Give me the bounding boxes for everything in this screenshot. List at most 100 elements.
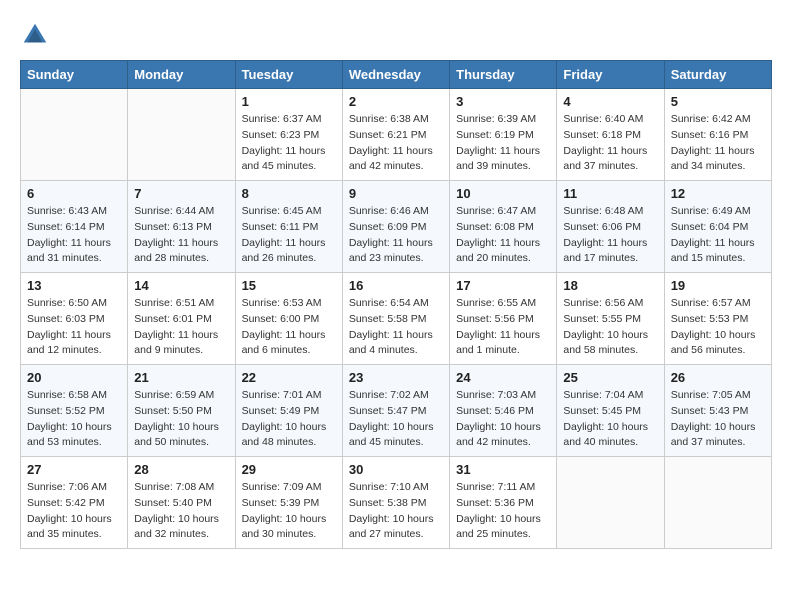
day-number: 12	[671, 186, 765, 201]
day-number: 31	[456, 462, 550, 477]
calendar-cell: 14 Sunrise: 6:51 AM Sunset: 6:01 PM Dayli…	[128, 273, 235, 365]
day-info: Sunrise: 7:06 AM Sunset: 5:42 PM Dayligh…	[27, 480, 121, 543]
calendar-week-1: 1 Sunrise: 6:37 AM Sunset: 6:23 PM Daylig…	[21, 89, 772, 181]
calendar-cell: 22Sunrise: 7:01 AM Sunset: 5:49 PM Dayli…	[235, 365, 342, 457]
day-info: Sunrise: 6:56 AM Sunset: 5:55 PM Dayligh…	[563, 296, 657, 359]
day-info: Sunrise: 7:10 AM Sunset: 5:38 PM Dayligh…	[349, 480, 443, 543]
day-info: Sunrise: 7:01 AM Sunset: 5:49 PM Dayligh…	[242, 388, 336, 451]
calendar-cell: 10 Sunrise: 6:47 AM Sunset: 6:08 PM Dayli…	[450, 181, 557, 273]
day-number: 5	[671, 94, 765, 109]
day-info: Sunrise: 6:50 AM Sunset: 6:03 PM Dayligh…	[27, 296, 121, 359]
day-number: 11	[563, 186, 657, 201]
day-info: Sunrise: 6:39 AM Sunset: 6:19 PM Dayligh…	[456, 112, 550, 175]
calendar-cell: 21 Sunrise: 6:59 AM Sunset: 5:50 PM Dayli…	[128, 365, 235, 457]
day-info: Sunrise: 6:53 AM Sunset: 6:00 PM Dayligh…	[242, 296, 336, 359]
calendar-cell: 17Sunrise: 6:55 AM Sunset: 5:56 PM Dayli…	[450, 273, 557, 365]
day-number: 9	[349, 186, 443, 201]
day-number: 1	[242, 94, 336, 109]
day-info: Sunrise: 6:43 AM Sunset: 6:14 PM Dayligh…	[27, 204, 121, 267]
weekday-header-wednesday: Wednesday	[342, 61, 449, 89]
day-info: Sunrise: 6:59 AM Sunset: 5:50 PM Dayligh…	[134, 388, 228, 451]
day-info: Sunrise: 6:51 AM Sunset: 6:01 PM Dayligh…	[134, 296, 228, 359]
day-number: 14	[134, 278, 228, 293]
calendar-cell	[664, 457, 771, 549]
day-info: Sunrise: 6:37 AM Sunset: 6:23 PM Dayligh…	[242, 112, 336, 175]
weekday-header-monday: Monday	[128, 61, 235, 89]
calendar-cell: 23 Sunrise: 7:02 AM Sunset: 5:47 PM Dayli…	[342, 365, 449, 457]
day-number: 29	[242, 462, 336, 477]
day-info: Sunrise: 6:49 AM Sunset: 6:04 PM Dayligh…	[671, 204, 765, 267]
logo-icon	[20, 20, 50, 50]
day-number: 8	[242, 186, 336, 201]
day-info: Sunrise: 6:54 AM Sunset: 5:58 PM Dayligh…	[349, 296, 443, 359]
day-info: Sunrise: 7:05 AM Sunset: 5:43 PM Dayligh…	[671, 388, 765, 451]
calendar-cell: 5 Sunrise: 6:42 AM Sunset: 6:16 PM Daylig…	[664, 89, 771, 181]
calendar-cell: 26 Sunrise: 7:05 AM Sunset: 5:43 PM Dayli…	[664, 365, 771, 457]
calendar-cell: 31 Sunrise: 7:11 AM Sunset: 5:36 PM Dayli…	[450, 457, 557, 549]
calendar-cell: 28 Sunrise: 7:08 AM Sunset: 5:40 PM Dayli…	[128, 457, 235, 549]
day-number: 25	[563, 370, 657, 385]
calendar-cell: 18 Sunrise: 6:56 AM Sunset: 5:55 PM Dayli…	[557, 273, 664, 365]
logo	[20, 20, 54, 50]
weekday-header-tuesday: Tuesday	[235, 61, 342, 89]
weekday-header-sunday: Sunday	[21, 61, 128, 89]
calendar-cell: 25Sunrise: 7:04 AM Sunset: 5:45 PM Dayli…	[557, 365, 664, 457]
day-info: Sunrise: 6:58 AM Sunset: 5:52 PM Dayligh…	[27, 388, 121, 451]
day-number: 3	[456, 94, 550, 109]
calendar-week-4: 20 Sunrise: 6:58 AM Sunset: 5:52 PM Dayli…	[21, 365, 772, 457]
day-info: Sunrise: 7:02 AM Sunset: 5:47 PM Dayligh…	[349, 388, 443, 451]
day-info: Sunrise: 6:44 AM Sunset: 6:13 PM Dayligh…	[134, 204, 228, 267]
day-number: 16	[349, 278, 443, 293]
calendar-week-2: 6 Sunrise: 6:43 AM Sunset: 6:14 PM Daylig…	[21, 181, 772, 273]
day-number: 6	[27, 186, 121, 201]
calendar-cell: 24 Sunrise: 7:03 AM Sunset: 5:46 PM Dayli…	[450, 365, 557, 457]
calendar-cell: 11 Sunrise: 6:48 AM Sunset: 6:06 PM Dayli…	[557, 181, 664, 273]
calendar-cell: 19Sunrise: 6:57 AM Sunset: 5:53 PM Dayli…	[664, 273, 771, 365]
day-number: 10	[456, 186, 550, 201]
day-number: 20	[27, 370, 121, 385]
day-info: Sunrise: 7:03 AM Sunset: 5:46 PM Dayligh…	[456, 388, 550, 451]
day-info: Sunrise: 6:57 AM Sunset: 5:53 PM Dayligh…	[671, 296, 765, 359]
day-number: 7	[134, 186, 228, 201]
day-info: Sunrise: 7:09 AM Sunset: 5:39 PM Dayligh…	[242, 480, 336, 543]
day-info: Sunrise: 6:45 AM Sunset: 6:11 PM Dayligh…	[242, 204, 336, 267]
calendar-cell: 13 Sunrise: 6:50 AM Sunset: 6:03 PM Dayli…	[21, 273, 128, 365]
calendar-cell: 3 Sunrise: 6:39 AM Sunset: 6:19 PM Daylig…	[450, 89, 557, 181]
day-number: 2	[349, 94, 443, 109]
calendar-cell: 6 Sunrise: 6:43 AM Sunset: 6:14 PM Daylig…	[21, 181, 128, 273]
calendar-week-3: 13 Sunrise: 6:50 AM Sunset: 6:03 PM Dayli…	[21, 273, 772, 365]
day-number: 15	[242, 278, 336, 293]
day-info: Sunrise: 6:48 AM Sunset: 6:06 PM Dayligh…	[563, 204, 657, 267]
day-number: 26	[671, 370, 765, 385]
day-number: 30	[349, 462, 443, 477]
day-number: 18	[563, 278, 657, 293]
day-info: Sunrise: 6:46 AM Sunset: 6:09 PM Dayligh…	[349, 204, 443, 267]
header	[20, 20, 772, 50]
calendar-cell: 7 Sunrise: 6:44 AM Sunset: 6:13 PM Daylig…	[128, 181, 235, 273]
day-info: Sunrise: 6:42 AM Sunset: 6:16 PM Dayligh…	[671, 112, 765, 175]
calendar-cell: 15 Sunrise: 6:53 AM Sunset: 6:00 PM Dayli…	[235, 273, 342, 365]
calendar-cell: 9 Sunrise: 6:46 AM Sunset: 6:09 PM Daylig…	[342, 181, 449, 273]
day-number: 28	[134, 462, 228, 477]
day-info: Sunrise: 7:11 AM Sunset: 5:36 PM Dayligh…	[456, 480, 550, 543]
calendar-cell: 12 Sunrise: 6:49 AM Sunset: 6:04 PM Dayli…	[664, 181, 771, 273]
day-number: 4	[563, 94, 657, 109]
weekday-header-thursday: Thursday	[450, 61, 557, 89]
day-number: 23	[349, 370, 443, 385]
calendar-cell: 8 Sunrise: 6:45 AM Sunset: 6:11 PM Daylig…	[235, 181, 342, 273]
calendar-header: SundayMondayTuesdayWednesdayThursdayFrid…	[21, 61, 772, 89]
calendar-cell: 4Sunrise: 6:40 AM Sunset: 6:18 PM Daylig…	[557, 89, 664, 181]
weekday-header-row: SundayMondayTuesdayWednesdayThursdayFrid…	[21, 61, 772, 89]
day-info: Sunrise: 6:47 AM Sunset: 6:08 PM Dayligh…	[456, 204, 550, 267]
day-number: 27	[27, 462, 121, 477]
day-info: Sunrise: 6:55 AM Sunset: 5:56 PM Dayligh…	[456, 296, 550, 359]
calendar-cell: 27 Sunrise: 7:06 AM Sunset: 5:42 PM Dayli…	[21, 457, 128, 549]
day-number: 21	[134, 370, 228, 385]
calendar-cell: 2Sunrise: 6:38 AM Sunset: 6:21 PM Daylig…	[342, 89, 449, 181]
day-number: 13	[27, 278, 121, 293]
calendar-cell: 1 Sunrise: 6:37 AM Sunset: 6:23 PM Daylig…	[235, 89, 342, 181]
calendar-cell: 16 Sunrise: 6:54 AM Sunset: 5:58 PM Dayli…	[342, 273, 449, 365]
day-number: 24	[456, 370, 550, 385]
weekday-header-friday: Friday	[557, 61, 664, 89]
day-info: Sunrise: 7:08 AM Sunset: 5:40 PM Dayligh…	[134, 480, 228, 543]
